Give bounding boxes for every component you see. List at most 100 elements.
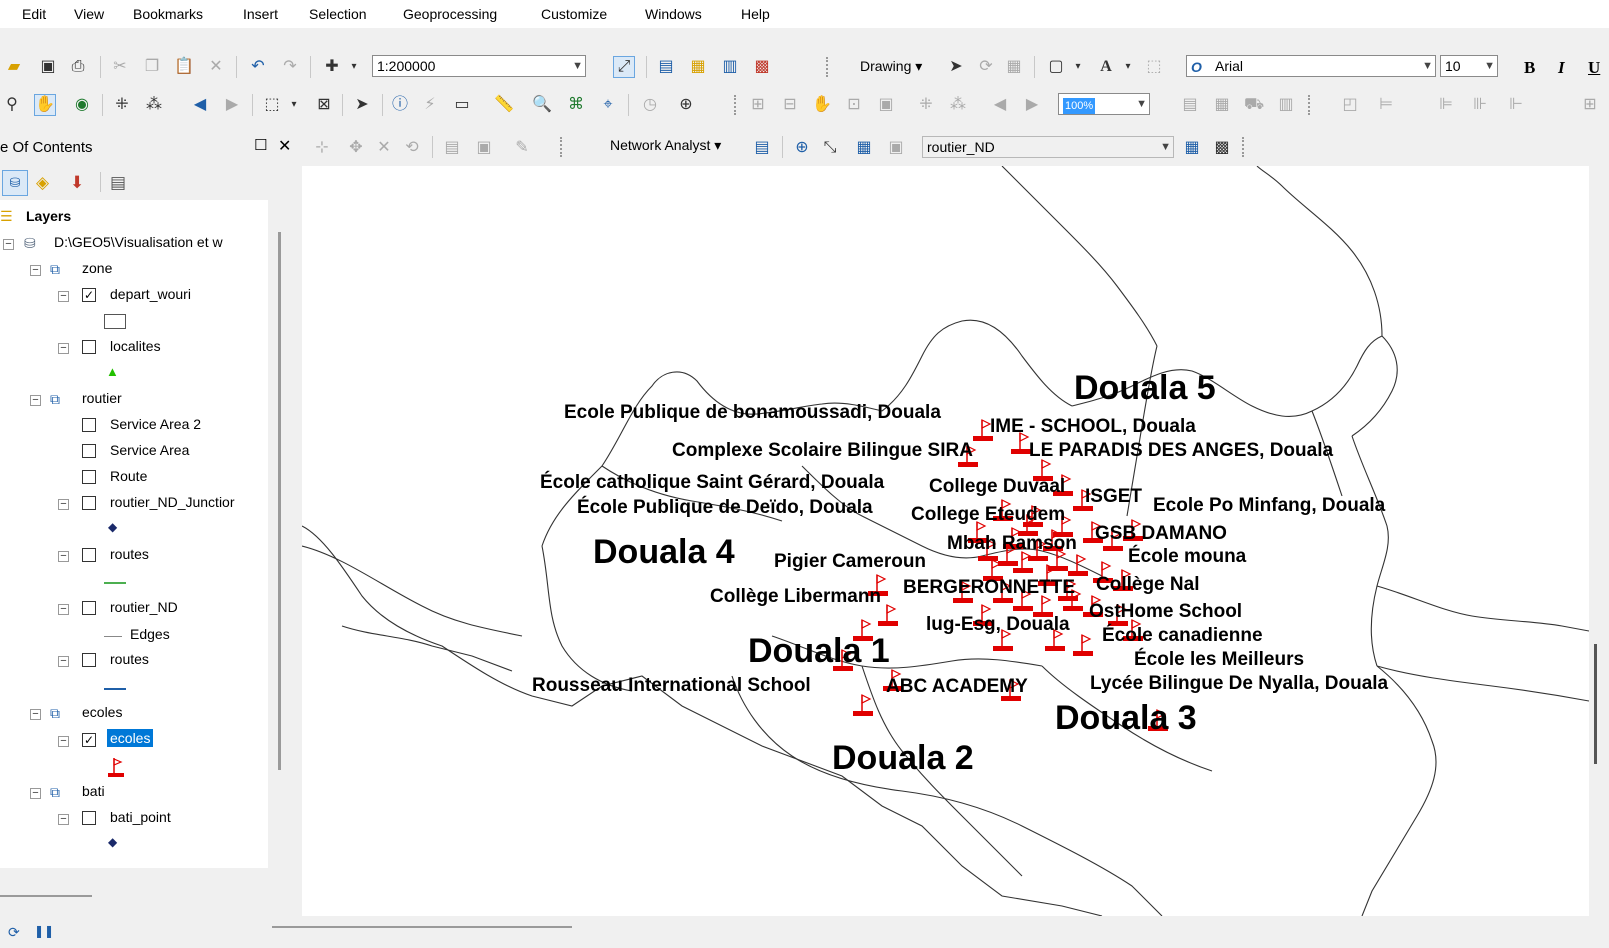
bold-button[interactable]: B — [1524, 58, 1535, 78]
chevron-down-icon[interactable]: ▾ — [344, 57, 364, 77]
tree-item-workspace[interactable]: D:\GEO5\Visualisation et w — [54, 234, 223, 250]
zoom-100-icon[interactable]: ⊡ — [844, 95, 864, 115]
create-network-location-icon[interactable]: ⊕ — [792, 138, 812, 158]
tree-item-zone[interactable]: zone — [82, 260, 112, 276]
group-icon[interactable]: ⊪ — [1470, 95, 1490, 115]
edit-vertices-icon[interactable]: ⬚ — [1144, 57, 1164, 77]
fixed-zoom-in-layout-icon[interactable]: ⁜ — [916, 95, 936, 115]
zoom-percent-combo[interactable]: 100% ▼ — [1058, 93, 1150, 115]
time-slider-icon[interactable]: ◷ — [640, 95, 660, 115]
rotate-icon[interactable]: ⟳ — [976, 57, 996, 77]
distribute-icon[interactable]: ⊫ — [1436, 95, 1456, 115]
catalog-icon[interactable]: ▦ — [688, 57, 708, 77]
map-view[interactable]: Douala 5 Douala 4 Douala 1 Douala 3 Doua… — [302, 166, 1589, 916]
routes-2-checkbox[interactable] — [82, 653, 96, 667]
collapse-icon[interactable]: − — [58, 814, 69, 825]
map-scroll-indicator[interactable] — [1594, 644, 1597, 764]
collapse-icon[interactable]: − — [30, 788, 41, 799]
map-horizontal-scrollbar[interactable] — [272, 926, 572, 928]
sketch-properties-icon[interactable]: ▣ — [474, 138, 494, 158]
previous-extent-icon[interactable]: ◀ — [990, 95, 1010, 115]
select-elements-icon[interactable]: ➤ — [946, 57, 966, 77]
move-icon[interactable]: ✥ — [346, 138, 366, 158]
tree-item-ecoles-selected[interactable]: ecoles — [107, 729, 154, 747]
collapse-icon[interactable]: − — [58, 604, 69, 615]
network-identify-icon[interactable]: ▩ — [1212, 138, 1232, 158]
list-by-drawing-order-icon[interactable]: ⛁ — [2, 170, 28, 196]
tree-item-localites[interactable]: localites — [110, 338, 161, 354]
hyperlink-icon[interactable]: ⚡ — [420, 95, 440, 115]
bati-point-checkbox[interactable] — [82, 811, 96, 825]
order-icon[interactable]: ⊞ — [1580, 95, 1600, 115]
attributes-icon[interactable]: ▤ — [442, 138, 462, 158]
layout-zoom-out-icon[interactable]: ⊟ — [780, 95, 800, 115]
drawing-menu[interactable]: Drawing ▾ — [860, 58, 922, 75]
fixed-zoom-out-layout-icon[interactable]: ⁂ — [948, 95, 968, 115]
open-folder-icon[interactable]: ▰ — [4, 57, 24, 77]
routier-nd-checkbox[interactable] — [82, 601, 96, 615]
underline-button[interactable]: U — [1588, 58, 1600, 78]
collapse-icon[interactable]: − — [58, 499, 69, 510]
depart-wouri-checkbox[interactable]: ✓ — [82, 288, 96, 302]
menu-help[interactable]: Help — [741, 6, 770, 22]
close-icon[interactable]: ✕ — [278, 136, 291, 156]
chevron-down-icon[interactable]: ▾ — [1118, 57, 1138, 77]
school-flag-icon[interactable] — [878, 604, 898, 626]
menu-insert[interactable]: Insert — [243, 6, 278, 22]
copy-icon[interactable]: ❐ — [142, 57, 162, 77]
tree-item-routier[interactable]: routier — [82, 390, 122, 406]
maximize-icon[interactable]: ☐ — [254, 136, 267, 154]
collapse-icon[interactable]: − — [58, 551, 69, 562]
paste-icon[interactable]: 📋 — [174, 57, 194, 77]
localites-checkbox[interactable] — [82, 340, 96, 354]
find-icon[interactable]: 🔍 — [532, 95, 552, 115]
ecoles-checkbox[interactable]: ✓ — [82, 733, 96, 747]
network-dataset-combo[interactable]: routier_ND ▼ — [922, 136, 1174, 158]
tree-item-routier-nd[interactable]: routier_ND — [110, 599, 178, 615]
tree-item-route[interactable]: Route — [110, 468, 147, 484]
service-area-checkbox[interactable] — [82, 444, 96, 458]
tree-item-layers[interactable]: Layers — [26, 208, 71, 224]
toc-horizontal-scrollbar[interactable] — [0, 895, 92, 897]
collapse-icon[interactable]: − — [58, 343, 69, 354]
collapse-icon[interactable]: − — [58, 656, 69, 667]
collapse-icon[interactable]: − — [30, 265, 41, 276]
collapse-icon[interactable]: − — [58, 291, 69, 302]
change-layout-icon[interactable]: ⛟ — [1244, 95, 1264, 115]
save-icon[interactable]: ▣ — [38, 57, 58, 77]
font-size-combo[interactable]: 10 ▼ — [1440, 55, 1498, 77]
back-arrow-icon[interactable]: ◀ — [190, 95, 210, 115]
redo-icon[interactable]: ↷ — [280, 57, 300, 77]
full-extent-icon[interactable]: ◉ — [72, 95, 92, 115]
refresh-icon[interactable]: ⟳ — [8, 924, 20, 941]
add-data-icon[interactable]: ✚ — [322, 57, 342, 77]
menu-geoprocessing[interactable]: Geoprocessing — [403, 6, 497, 22]
tree-item-ecoles-group[interactable]: ecoles — [82, 704, 122, 720]
go-to-xy-icon[interactable]: ⌖ — [598, 95, 618, 115]
route-checkbox[interactable] — [82, 470, 96, 484]
network-analyst-window-icon[interactable]: ▤ — [752, 138, 772, 158]
options-icon[interactable]: ▤ — [110, 173, 126, 193]
create-features-icon[interactable]: ✎ — [512, 138, 532, 158]
tree-item-routier-nd-junctions[interactable]: routier_ND_Junctior — [110, 494, 235, 510]
find-route-icon[interactable]: ⌘ — [566, 95, 586, 115]
select-features-icon[interactable]: ⬚ — [262, 95, 282, 115]
pan-icon[interactable]: ✋ — [34, 94, 56, 116]
new-text-icon[interactable]: A — [1096, 57, 1116, 77]
next-extent-icon[interactable]: ▶ — [1022, 95, 1042, 115]
collapse-icon[interactable]: − — [58, 736, 69, 747]
fixed-zoom-in-icon[interactable]: ⁜ — [112, 95, 132, 115]
tree-item-service-area[interactable]: Service Area — [110, 442, 189, 458]
layout-pan-icon[interactable]: ✋ — [812, 95, 832, 115]
print-icon[interactable]: ⎙ — [68, 57, 88, 77]
tree-item-routes[interactable]: routes — [110, 546, 149, 562]
rotate-icon[interactable]: ⟲ — [402, 138, 422, 158]
layout-zoom-in-icon[interactable]: ⊞ — [748, 95, 768, 115]
school-flag-icon[interactable] — [853, 694, 873, 716]
select-move-locations-icon[interactable]: ⤡ — [820, 138, 840, 158]
create-viewer-icon[interactable]: ⊕ — [676, 95, 696, 115]
rectangle-icon[interactable]: ▢ — [1046, 57, 1066, 77]
tree-item-bati-point[interactable]: bati_point — [110, 809, 171, 825]
tree-item-routes-2[interactable]: routes — [110, 651, 149, 667]
tree-item-service-area-2[interactable]: Service Area 2 — [110, 416, 201, 432]
